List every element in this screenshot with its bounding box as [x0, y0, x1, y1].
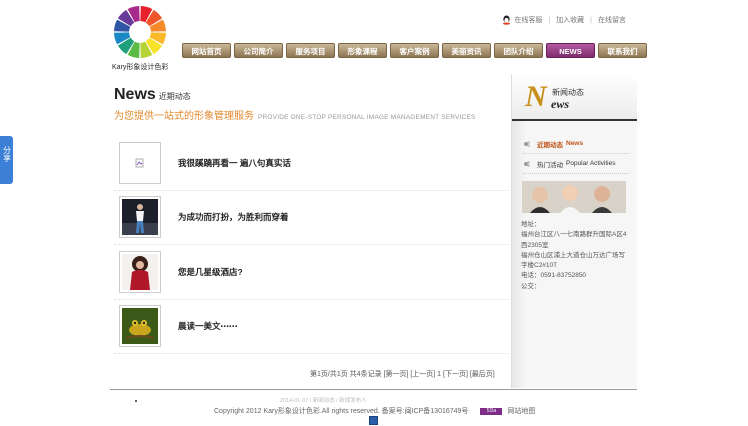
frog-photo — [122, 308, 158, 345]
customer-service-photo — [522, 181, 626, 213]
main-nav: 网站首页 公司简介 服务项目 形象课程 客户案例 美丽资讯 团队介绍 NEWS … — [182, 43, 647, 58]
footer-dot — [135, 400, 137, 402]
list-item[interactable]: 我很蹊蹺再看一 遍八句真实话 — [114, 136, 508, 191]
footer-divider — [110, 389, 637, 390]
news-list: 我很蹊蹺再看一 遍八句真实话 为成功而打扮，为胜利而穿着 您是几星级酒店? 晨读… — [114, 136, 508, 354]
news-thumbnail[interactable] — [119, 141, 161, 184]
stats-badge-icon[interactable]: 51la — [480, 407, 503, 415]
top-link-online-service[interactable]: 在线客服 — [514, 15, 542, 25]
contact-line: 福州仓山区浦上大道仓山万达广场写 — [521, 251, 625, 259]
top-link-online-message[interactable]: 在线留言 — [598, 15, 626, 25]
page-title-text: News — [114, 86, 156, 103]
list-item[interactable]: 晨读一美文⋯⋯ — [114, 300, 508, 354]
top-link-add-favorite[interactable]: 加入收藏 — [556, 15, 584, 25]
bullet-icon — [524, 140, 530, 147]
nav-item-beauty-news[interactable]: 美丽资讯 — [442, 43, 491, 58]
nav-item-services[interactable]: 服务项目 — [286, 43, 335, 58]
sidebar-item-recent-news[interactable]: 近期动态 News — [523, 134, 629, 154]
sidebar: N 新闻动态 ews 近期动态 News 热门活动 Popular Activi… — [511, 74, 637, 388]
nav-item-news[interactable]: NEWS — [546, 43, 595, 58]
nav-item-home[interactable]: 网站首页 — [182, 43, 231, 58]
copyright-text: Copyright 2012 Kary形象设计色彩.All rights res… — [214, 408, 469, 415]
sidebar-menu: 近期动态 News 热门活动 Popular Activities — [523, 134, 629, 174]
pagination[interactable]: 第1页/共1页 共4条记录 [第一页] [上一页] 1 [下一页] [最后页] — [310, 369, 495, 379]
tagline-en: PROVIDE ONE-STOP PERSONAL IMAGE MANAGEME… — [258, 114, 476, 121]
contact-line: 电话：0591-83752850 — [521, 272, 587, 280]
bullet-icon — [524, 160, 530, 167]
sidebar-item-label-en: Popular Activities — [566, 160, 616, 167]
page-title: News 近期动态 — [114, 86, 508, 104]
tagline-cn: 为您提供一站式的形象管理服务 — [114, 111, 254, 122]
sidebar-item-label: 热门活动 — [537, 161, 563, 169]
share-tab[interactable]: 分享 — [0, 136, 13, 184]
nav-item-team[interactable]: 团队介绍 — [494, 43, 543, 58]
nav-item-courses[interactable]: 形象课程 — [338, 43, 387, 58]
woman-portrait-photo — [122, 253, 158, 290]
share-tab-label: 分享 — [2, 146, 12, 162]
news-item-title[interactable]: 为成功而打扮，为胜利而穿着 — [178, 211, 289, 223]
list-item[interactable]: 您是几星级酒店? — [114, 245, 508, 300]
contact-line: 西2305室 — [521, 241, 549, 249]
sidebar-header-big-letter: N — [525, 80, 547, 113]
list-item[interactable]: 为成功而打扮，为胜利而穿着 — [114, 191, 508, 245]
contact-line: 公交： — [521, 282, 541, 290]
news-item-title[interactable]: 您是几星级酒店? — [178, 266, 243, 278]
qq-penguin-icon — [503, 15, 511, 25]
sidebar-item-label: 近期动态 — [537, 141, 563, 149]
sidebar-item-popular-activities[interactable]: 热门活动 Popular Activities — [523, 154, 629, 174]
contact-line: 地址： — [521, 221, 541, 228]
sidebar-header: N 新闻动态 ews — [512, 74, 637, 121]
broken-image-icon — [122, 144, 158, 181]
sidebar-item-label-en: News — [566, 140, 583, 147]
sidebar-header-en: ews — [551, 97, 569, 111]
news-thumbnail[interactable] — [119, 305, 161, 348]
news-thumbnail[interactable] — [119, 250, 161, 293]
nav-item-contact[interactable]: 联系我们 — [598, 43, 647, 58]
logo[interactable]: Kary形象设计色彩 — [112, 5, 168, 73]
nav-item-about[interactable]: 公司简介 — [234, 43, 283, 58]
top-link-separator: | — [548, 16, 551, 24]
news-thumbnail[interactable] — [119, 196, 161, 239]
main-content: News 近期动态 为您提供一站式的形象管理服务 PROVIDE ONE-STOP … — [114, 86, 508, 378]
news-item-title[interactable]: 我很蹊蹺再看一 遍八句真实话 — [178, 157, 291, 169]
page-title-sub: 近期动态 — [158, 92, 191, 101]
logo-text: Kary形象设计色彩 — [112, 64, 169, 71]
sitemap-link[interactable]: 网站地图 — [507, 406, 535, 416]
news-item-title[interactable]: 晨读一美文⋯⋯ — [178, 320, 238, 332]
contact-line: 福州台江区八一七南路群升国际A区4 — [521, 231, 627, 239]
contact-line: 字楼C2#10T — [521, 262, 558, 270]
color-wheel-logo-icon — [114, 6, 166, 58]
nav-item-cases[interactable]: 客户案例 — [390, 43, 439, 58]
fashion-model-photo — [122, 199, 158, 236]
footer-copyright: Copyright 2012 Kary形象设计色彩.All rights res… — [214, 406, 535, 416]
tagline: 为您提供一站式的形象管理服务 PROVIDE ONE-STOP PERSONAL … — [114, 107, 508, 122]
footer-stamp: 2014-01-07 / 新闻动态 / 新闻发布人 — [280, 398, 367, 404]
police-badge-icon[interactable] — [369, 416, 378, 425]
contact-info: 地址： 福州台江区八一七南路群升国际A区4 西2305室 福州仓山区浦上大道仓山… — [521, 220, 627, 292]
top-link-separator: | — [590, 16, 592, 24]
top-links: 在线客服 | 加入收藏 | 在线留言 — [502, 15, 626, 25]
